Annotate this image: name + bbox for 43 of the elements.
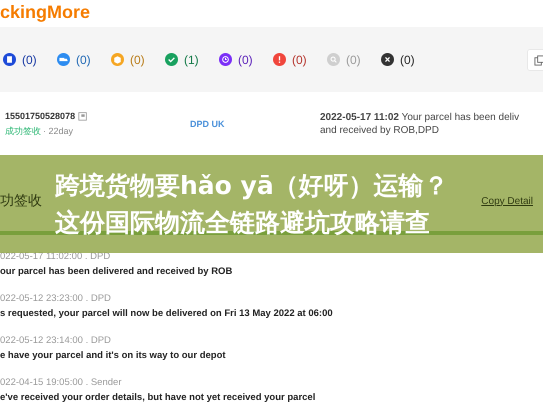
status-dot[interactable] [111,53,124,66]
event-time: 022-05-12 23:23:00 . DPD [0,292,112,306]
tracking-number: 15501750528078 [5,111,76,121]
copy-icon[interactable] [78,111,88,121]
status-dot[interactable] [273,53,286,66]
event-text: e have your parcel and it's on its way to our depot [0,349,227,363]
clock-icon [219,53,232,66]
truck-icon [57,53,70,66]
event-time: 022-05-12 23:14:00 . DPD [0,334,112,348]
filter-count[interactable]: (0) [76,52,91,66]
filter-count[interactable]: (0) [22,52,37,66]
detail-status: 功签收 [0,192,42,210]
copy-icon [534,54,543,66]
filter-count[interactable]: (1) [184,52,199,66]
delivery-status: 成功签收 [5,126,41,136]
latest-event: 2022-05-17 11:02 Your parcel has been deliv [320,111,520,124]
filter-count[interactable]: (0) [130,52,145,66]
latest-event-text: and received by ROB,DPD [320,124,440,137]
search-icon [327,53,340,66]
close-icon [381,53,394,66]
carrier-name: DPD UK [190,119,226,129]
event-time: 022-04-15 19:05:00 . Sender [0,376,122,390]
status-dot[interactable] [3,53,16,66]
status-dot[interactable] [327,53,340,66]
event-text: e've received your order details, but have not yet received your parcel [0,391,316,405]
check-icon [165,53,178,66]
status-dot[interactable] [57,53,70,66]
filter-count[interactable]: (0) [292,52,307,66]
event-text: s requested, your parcel will now be delivered on Fri 13 May 2022 at 06:00 [0,307,334,321]
status-dot[interactable] [165,53,178,66]
status-dot[interactable] [381,53,394,66]
headline-text: 这份国际物流全链路避坑攻略请查 [55,207,430,239]
event-text: our parcel has been delivered and received by ROB [0,265,234,279]
filter-count[interactable]: (0) [238,52,253,66]
shipment-age: · 22day [43,126,74,136]
document-icon [3,53,16,66]
filter-count[interactable]: (0) [400,52,415,66]
package-icon [111,53,124,66]
status-dot[interactable] [219,53,232,66]
headline-text: 跨境货物要hǎo yā（好呀）运输？ [55,170,449,202]
copy-detail-link[interactable]: Copy Detail [481,196,533,206]
event-time: 022-05-17 11:02:00 . DPD [0,250,112,264]
alert-icon [273,53,286,66]
